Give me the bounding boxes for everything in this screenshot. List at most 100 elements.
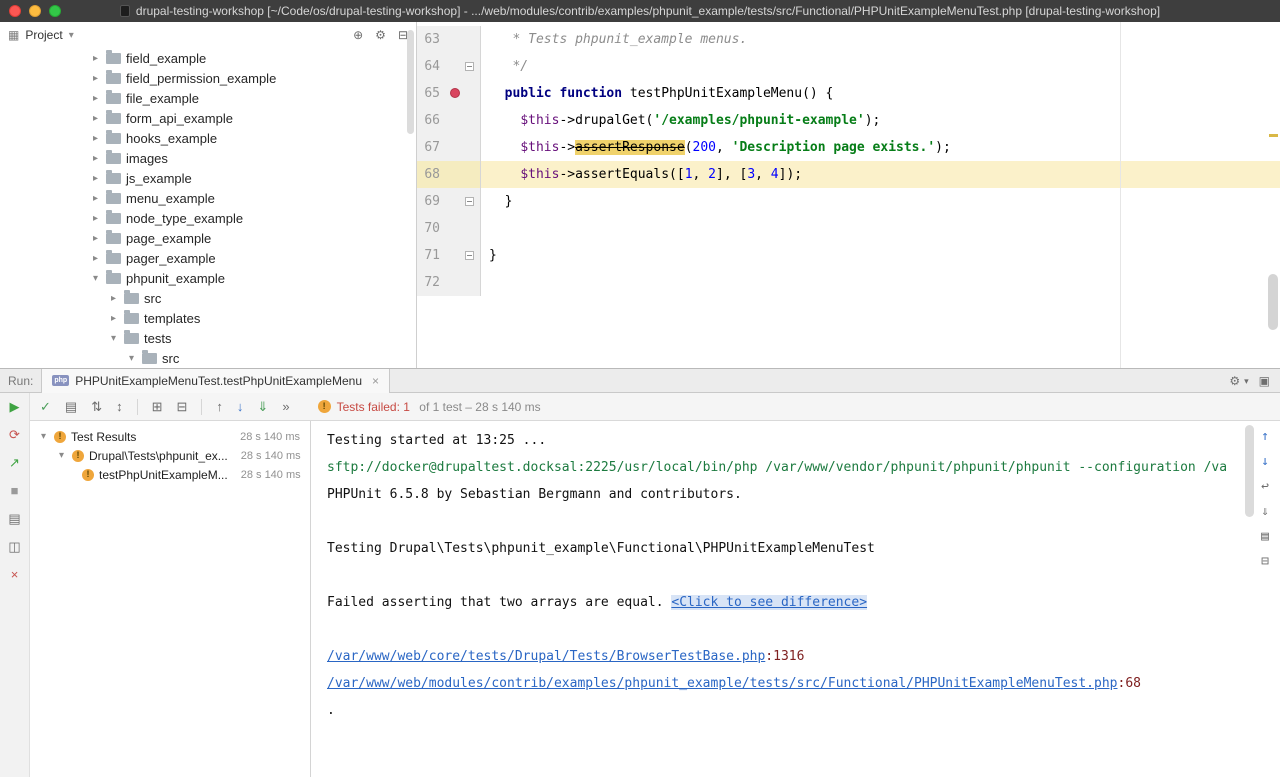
tree-item-page-example[interactable]: ▸page_example	[0, 228, 416, 248]
chevron-right-icon[interactable]: ▸	[90, 213, 101, 224]
zoom-window-button[interactable]	[49, 5, 61, 17]
sort-alphabetically-icon[interactable]: ↕	[116, 399, 123, 414]
code-line[interactable]: 64 */	[417, 53, 1280, 80]
close-window-button[interactable]	[9, 5, 21, 17]
test-node-method[interactable]: ! testPhpUnitExampleM... 28 s 140 ms	[30, 465, 310, 484]
line-number: 71	[424, 248, 440, 263]
run-tab[interactable]: php PHPUnitExampleMenuTest.testPhpUnitEx…	[41, 369, 390, 393]
rerun-icon[interactable]: ▶	[10, 399, 20, 415]
chevron-down-icon[interactable]: ▾	[69, 30, 74, 41]
tree-item-js-example[interactable]: ▸js_example	[0, 168, 416, 188]
tree-item-tests-src[interactable]: ▾src	[0, 348, 416, 368]
toggle-auto-test-icon[interactable]: ↗	[9, 455, 20, 471]
project-scrollbar[interactable]	[407, 30, 414, 134]
print-icon[interactable]: ▤	[1261, 529, 1269, 544]
tree-item-src[interactable]: ▸src	[0, 288, 416, 308]
code-line[interactable]: 69 }	[417, 188, 1280, 215]
stop-icon[interactable]: ■	[11, 483, 19, 499]
expand-all-icon[interactable]: ⊞	[152, 399, 163, 415]
gutter: 69	[417, 188, 481, 215]
gear-icon[interactable]: ⚙	[375, 28, 386, 42]
code-line-highlighted[interactable]: 68 $this->assertEquals([1, 2], [3, 4]);	[417, 161, 1280, 188]
chevron-right-icon[interactable]: ▸	[90, 133, 101, 144]
up-stacktrace-icon[interactable]: ↑	[1261, 429, 1269, 444]
stack-file-link[interactable]: /var/www/web/core/tests/Drupal/Tests/Bro…	[327, 649, 765, 664]
fold-icon[interactable]	[465, 197, 474, 206]
code-line[interactable]: 72	[417, 269, 1280, 296]
clear-console-icon[interactable]: ⊟	[1261, 554, 1269, 569]
tree-item-menu-example[interactable]: ▸menu_example	[0, 188, 416, 208]
minimize-window-button[interactable]	[29, 5, 41, 17]
tree-item-field-example[interactable]: ▸field_example	[0, 48, 416, 68]
console-output[interactable]: Testing started at 13:25 ... sftp://dock…	[311, 421, 1280, 777]
code-line[interactable]: 71 }	[417, 242, 1280, 269]
tree-item-field-permission-example[interactable]: ▸field_permission_example	[0, 68, 416, 88]
chevron-right-icon[interactable]: ▸	[108, 293, 119, 304]
chevron-right-icon[interactable]: ▸	[90, 93, 101, 104]
chevron-down-icon[interactable]: ▾	[56, 450, 67, 461]
chevron-down-icon[interactable]: ▾	[90, 273, 101, 284]
console-toolbar: ↑ ↓ ↩ ⇓ ▤ ⊟	[1253, 429, 1277, 569]
tests-failed-icon: !	[318, 400, 331, 413]
gear-icon[interactable]: ⚙	[1229, 374, 1240, 388]
previous-failed-test-icon[interactable]: ↑	[216, 399, 223, 414]
next-failed-test-icon[interactable]: ↓	[237, 399, 244, 414]
import-test-results-icon[interactable]: ⇓	[257, 399, 268, 415]
tree-item-pager-example[interactable]: ▸pager_example	[0, 248, 416, 268]
tree-item-file-example[interactable]: ▸file_example	[0, 88, 416, 108]
restore-layout-icon[interactable]: ▤	[8, 511, 20, 527]
code-line[interactable]: 65 public function testPhpUnitExampleMen…	[417, 80, 1280, 107]
code-line[interactable]: 70	[417, 215, 1280, 242]
code-line[interactable]: 67 $this->assertResponse(200, 'Descripti…	[417, 134, 1280, 161]
tree-item-templates[interactable]: ▸templates	[0, 308, 416, 328]
chevron-right-icon[interactable]: ▸	[90, 113, 101, 124]
collapse-all-icon[interactable]: ⊟	[177, 399, 188, 415]
more-options-icon[interactable]: »	[282, 399, 289, 414]
code-editor[interactable]: 63 * Tests phpunit_example menus. 64 */ …	[417, 22, 1280, 368]
chevron-right-icon[interactable]: ▸	[90, 53, 101, 64]
scroll-to-end-icon[interactable]: ⇓	[1261, 504, 1269, 519]
test-node-class[interactable]: ▾ ! Drupal\Tests\phpunit_ex... 28 s 140 …	[30, 446, 310, 465]
tree-item-form-api-example[interactable]: ▸form_api_example	[0, 108, 416, 128]
code-line[interactable]: 63 * Tests phpunit_example menus.	[417, 26, 1280, 53]
failed-test-gutter-icon[interactable]	[450, 88, 460, 98]
chevron-right-icon[interactable]: ▸	[90, 173, 101, 184]
chevron-right-icon[interactable]: ▸	[90, 233, 101, 244]
fold-icon[interactable]	[465, 251, 474, 260]
sort-by-duration-icon[interactable]: ⇅	[91, 399, 102, 415]
tree-item-hooks-example[interactable]: ▸hooks_example	[0, 128, 416, 148]
see-difference-link[interactable]: <Click to see difference>	[671, 595, 867, 610]
project-panel: ▦ Project ▾ ⊕ ⚙ ⊟ ▸field_example ▸field_…	[0, 22, 417, 368]
chevron-down-icon[interactable]: ▾	[108, 333, 119, 344]
close-tool-window-icon[interactable]: ×	[11, 567, 19, 583]
chevron-down-icon[interactable]: ▾	[126, 353, 137, 364]
tree-item-tests[interactable]: ▾tests	[0, 328, 416, 348]
chevron-down-icon[interactable]: ▾	[1244, 376, 1249, 387]
tree-item-phpunit-example[interactable]: ▾phpunit_example	[0, 268, 416, 288]
code-line[interactable]: 66 $this->drupalGet('/examples/phpunit-e…	[417, 107, 1280, 134]
fold-icon[interactable]	[465, 62, 474, 71]
locate-icon[interactable]: ⊕	[353, 28, 363, 42]
chevron-right-icon[interactable]: ▸	[108, 313, 119, 324]
float-window-icon[interactable]: ▣	[1259, 374, 1270, 388]
chevron-down-icon[interactable]: ▾	[38, 431, 49, 442]
chevron-right-icon[interactable]: ▸	[90, 73, 101, 84]
chevron-right-icon[interactable]: ▸	[90, 153, 101, 164]
rerun-failed-tests-icon[interactable]: ⟳	[9, 427, 20, 443]
chevron-right-icon[interactable]: ▸	[90, 193, 101, 204]
tree-item-images[interactable]: ▸images	[0, 148, 416, 168]
stack-file-link[interactable]: /var/www/web/modules/contrib/examples/ph…	[327, 676, 1118, 691]
warning-stripe-mark[interactable]	[1269, 134, 1278, 137]
soft-wrap-icon[interactable]: ↩	[1261, 479, 1269, 494]
tree-item-node-type-example[interactable]: ▸node_type_example	[0, 208, 416, 228]
console-line: .	[327, 697, 1246, 724]
editor-scrollbar[interactable]	[1268, 274, 1278, 330]
chevron-right-icon[interactable]: ▸	[90, 253, 101, 264]
down-stacktrace-icon[interactable]: ↓	[1261, 454, 1269, 469]
pin-tab-icon[interactable]: ◫	[8, 539, 20, 555]
hide-passed-icon[interactable]: ✓	[40, 399, 51, 415]
close-tab-icon[interactable]: ×	[372, 374, 379, 388]
test-results-tree: ▾ ! Test Results 28 s 140 ms ▾ ! Drupal\…	[30, 421, 311, 777]
show-ignored-icon[interactable]: ▤	[65, 399, 77, 415]
test-node-root[interactable]: ▾ ! Test Results 28 s 140 ms	[30, 427, 310, 446]
